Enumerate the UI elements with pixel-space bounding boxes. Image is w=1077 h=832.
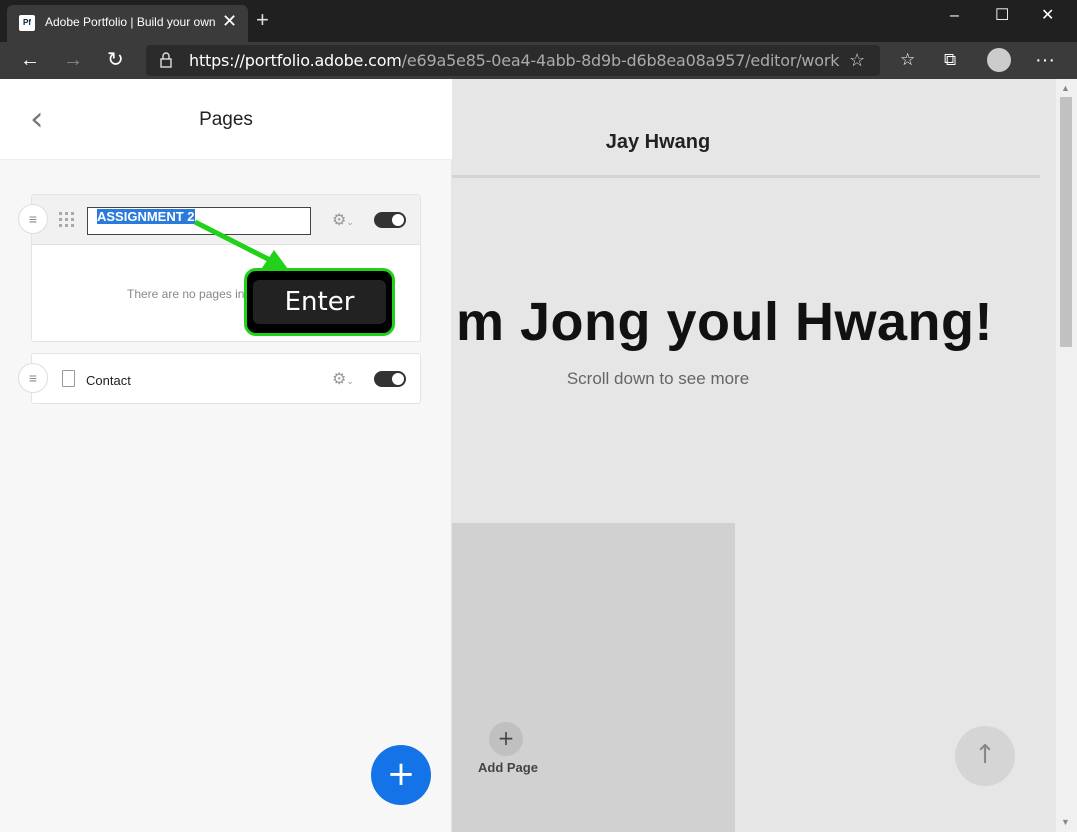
new-tab-icon[interactable]: + [256, 8, 269, 32]
selected-text: ASSIGNMENT 2 [97, 209, 195, 224]
site-name[interactable]: Jay Hwang [452, 131, 864, 154]
browser-tab[interactable]: Pf Adobe Portfolio | Build your own ✕ [7, 5, 248, 42]
browser-navbar: ← → ↻ https://portfolio.adobe.com/e69a5e… [0, 42, 1077, 79]
reorder-handle-icon[interactable]: ≡ [18, 363, 48, 393]
annotation-arrow-icon [193, 219, 288, 269]
forward-icon[interactable]: → [63, 49, 83, 71]
back-icon[interactable]: ← [20, 49, 40, 71]
drag-grid-icon[interactable] [58, 211, 76, 229]
favorites-icon[interactable]: ☆ [900, 49, 915, 71]
scrollbar[interactable]: ▲ ▼ [1056, 79, 1077, 832]
page-title: Pages [199, 109, 253, 130]
lock-icon [160, 52, 172, 68]
visibility-toggle[interactable] [374, 371, 406, 387]
browser-titlebar: Pf Adobe Portfolio | Build your own ✕ + … [0, 0, 1077, 42]
enter-key-label: Enter [253, 280, 386, 324]
address-bar[interactable]: https://portfolio.adobe.com/e69a5e85-0ea… [146, 45, 880, 76]
refresh-icon[interactable]: ↻ [107, 49, 124, 71]
page-file-icon [62, 370, 75, 387]
portfolio-favicon-icon: Pf [19, 15, 35, 31]
scroll-note: Scroll down to see more [566, 369, 750, 388]
scroll-down-icon[interactable]: ▼ [1061, 817, 1070, 827]
maximize-icon[interactable]: ☐ [995, 6, 1009, 26]
reorder-handle-icon[interactable]: ≡ [18, 204, 48, 234]
minimize-icon[interactable]: – [950, 6, 959, 26]
url-text: https://portfolio.adobe.com/e69a5e85-0ea… [189, 51, 840, 70]
add-page-plus-icon[interactable]: + [489, 722, 523, 756]
add-page-fab[interactable]: + [371, 745, 431, 805]
project-tile [452, 523, 735, 832]
close-tab-icon[interactable]: ✕ [222, 11, 237, 31]
sidebar-header: ‹ Pages [0, 79, 452, 160]
add-page-label[interactable]: Add Page [478, 760, 538, 775]
page-label-contact: Contact [86, 373, 131, 388]
collections-icon[interactable]: ⧉ [944, 49, 956, 71]
gear-icon[interactable]: ⚙⌄ [332, 210, 354, 230]
more-icon[interactable]: ··· [1035, 49, 1055, 71]
pages-sidebar: ‹ Pages ASSIGNMENT 2 ⚙⌄ There are no pag… [0, 79, 452, 832]
close-window-icon[interactable]: ✕ [1041, 6, 1054, 26]
scroll-up-icon[interactable]: ▲ [1061, 83, 1070, 93]
hero-heading[interactable]: m Jong youl Hwang! [456, 291, 993, 353]
visibility-toggle[interactable] [374, 212, 406, 228]
divider [452, 175, 1040, 178]
scroll-top-arrow-icon[interactable]: ↑ [955, 726, 1015, 786]
favorite-star-icon[interactable]: ☆ [849, 50, 865, 71]
tab-title: Adobe Portfolio | Build your own [45, 15, 216, 29]
site-preview: Jay Hwang m Jong youl Hwang! Scroll down… [452, 79, 1056, 832]
enter-key-callout: Enter [244, 268, 395, 336]
avatar[interactable] [987, 48, 1011, 72]
gear-icon[interactable]: ⚙⌄ [332, 369, 354, 389]
page-row-contact[interactable]: Contact ⚙⌄ [31, 353, 421, 404]
scroll-thumb[interactable] [1060, 97, 1072, 347]
empty-pages-note: There are no pages in [127, 287, 245, 301]
